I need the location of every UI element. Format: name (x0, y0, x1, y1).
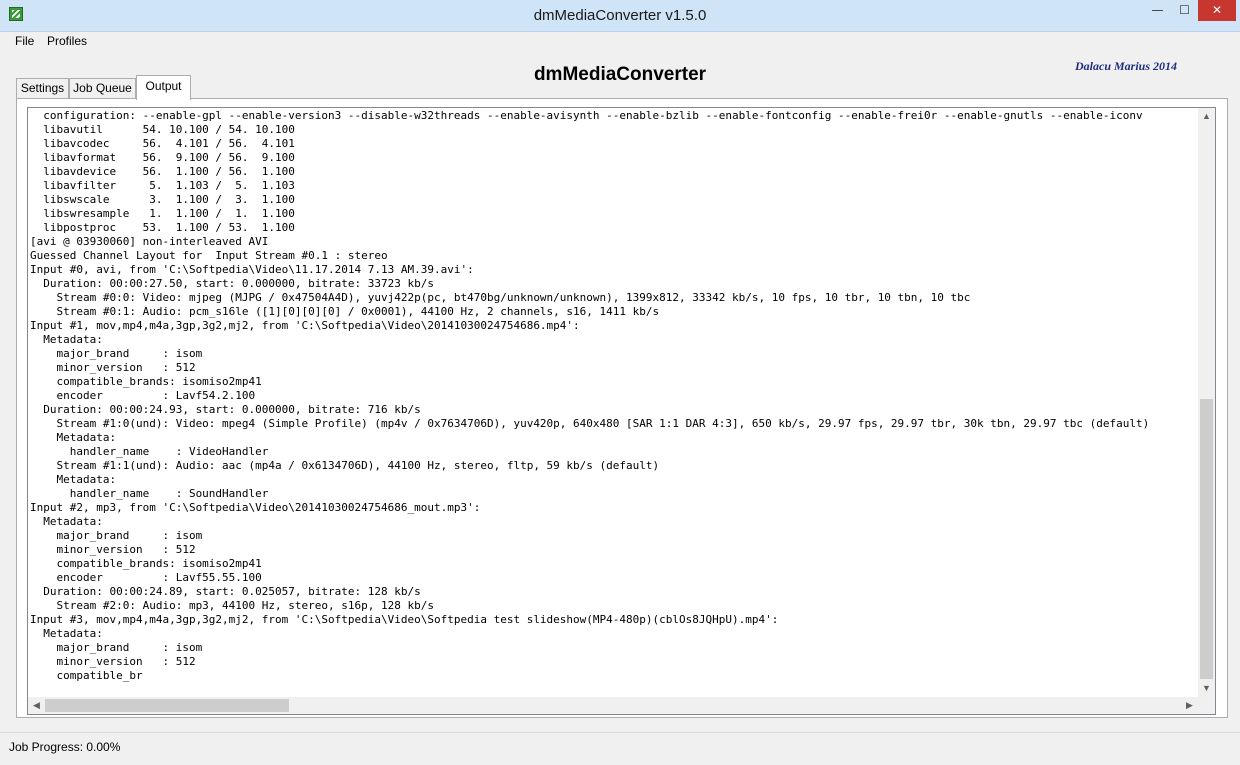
log-line: major_brand : isom (30, 641, 203, 654)
log-line: Input #2, mp3, from 'C:\Softpedia\Video\… (30, 501, 481, 514)
menu-file[interactable]: File (15, 34, 34, 48)
log-line: libswresample 1. 1.100 / 1. 1.100 (30, 207, 295, 220)
scroll-left-icon[interactable]: ◀ (28, 697, 45, 714)
scroll-up-icon[interactable]: ▲ (1198, 108, 1215, 125)
menu-bar: File Profiles (0, 32, 1240, 52)
horizontal-scrollbar[interactable]: ◀ ▶ (28, 697, 1198, 714)
log-line: [avi @ 03930060] non-interleaved AVI (30, 235, 269, 248)
log-line: libavcodec 56. 4.101 / 56. 4.101 (30, 137, 295, 150)
log-line: Metadata: (30, 515, 103, 528)
tab-job-queue[interactable]: Job Queue (69, 78, 136, 98)
log-line: encoder : Lavf54.2.100 (30, 389, 256, 402)
log-line: Stream #1:0(und): Video: mpeg4 (Simple P… (30, 417, 1150, 430)
output-log-area[interactable]: configuration: --enable-gpl --enable-ver… (27, 107, 1216, 715)
log-line: Input #3, mov,mp4,m4a,3gp,3g2,mj2, from … (30, 613, 779, 626)
log-line: compatible_brands: isomiso2mp41 (30, 375, 262, 388)
log-line: Stream #1:1(und): Audio: aac (mp4a / 0x6… (30, 459, 660, 472)
log-line: major_brand : isom (30, 529, 203, 542)
log-line: Metadata: (30, 473, 117, 486)
log-line: libavutil 54. 10.100 / 54. 10.100 (30, 123, 295, 136)
log-line: libpostproc 53. 1.100 / 53. 1.100 (30, 221, 295, 234)
output-tab-panel: configuration: --enable-gpl --enable-ver… (16, 98, 1228, 718)
log-line: libavdevice 56. 1.100 / 56. 1.100 (30, 165, 295, 178)
log-line: handler_name : VideoHandler (30, 445, 269, 458)
log-line: minor_version : 512 (30, 543, 196, 556)
log-line: Stream #2:0: Audio: mp3, 44100 Hz, stere… (30, 599, 434, 612)
close-button[interactable]: ✕ (1198, 0, 1236, 21)
vertical-scroll-thumb[interactable] (1200, 399, 1213, 679)
log-line: Duration: 00:00:24.89, start: 0.025057, … (30, 585, 421, 598)
menu-profiles[interactable]: Profiles (47, 34, 87, 48)
log-line: compatible_br (30, 669, 143, 682)
log-line: libavfilter 5. 1.103 / 5. 1.103 (30, 179, 295, 192)
log-line: Metadata: (30, 627, 103, 640)
tab-output[interactable]: Output (136, 75, 191, 100)
log-line: minor_version : 512 (30, 655, 196, 668)
log-line: Metadata: (30, 333, 103, 346)
log-line: Stream #0:1: Audio: pcm_s16le ([1][0][0]… (30, 305, 660, 318)
author-credit: Dalacu Marius 2014 (1075, 59, 1178, 73)
scroll-right-icon[interactable]: ▶ (1181, 697, 1198, 714)
log-line: libswscale 3. 1.100 / 3. 1.100 (30, 193, 295, 206)
output-log-text[interactable]: configuration: --enable-gpl --enable-ver… (30, 109, 1197, 691)
log-line: minor_version : 512 (30, 361, 196, 374)
scrollbar-corner (1198, 697, 1215, 714)
minimize-button[interactable]: — (1144, 0, 1171, 21)
log-line: Input #1, mov,mp4,m4a,3gp,3g2,mj2, from … (30, 319, 580, 332)
log-line: libavformat 56. 9.100 / 56. 9.100 (30, 151, 295, 164)
log-line: Guessed Channel Layout for Input Stream … (30, 249, 388, 262)
log-line: handler_name : SoundHandler (30, 487, 269, 500)
log-line: Stream #0:0: Video: mjpeg (MJPG / 0x4750… (30, 291, 971, 304)
log-line: encoder : Lavf55.55.100 (30, 571, 262, 584)
log-line: Metadata: (30, 431, 117, 444)
title-bar: dmMediaConverter v1.5.0 — ☐ ✕ (0, 0, 1240, 32)
window-title: dmMediaConverter v1.5.0 (533, 7, 707, 24)
vertical-scrollbar[interactable]: ▲ ▼ (1198, 108, 1215, 697)
log-line: Input #0, avi, from 'C:\Softpedia\Video\… (30, 263, 474, 276)
tab-settings[interactable]: Settings (16, 78, 69, 98)
log-line: Duration: 00:00:24.93, start: 0.000000, … (30, 403, 421, 416)
log-line: configuration: --enable-gpl --enable-ver… (30, 109, 1143, 122)
log-line: Duration: 00:00:27.50, start: 0.000000, … (30, 277, 434, 290)
status-bar: Job Progress: 0.00% (0, 732, 1240, 765)
log-line: major_brand : isom (30, 347, 203, 360)
horizontal-scroll-thumb[interactable] (45, 699, 289, 712)
job-progress-label: Job Progress: 0.00% (9, 740, 121, 754)
scroll-down-icon[interactable]: ▼ (1198, 680, 1215, 697)
maximize-button[interactable]: ☐ (1171, 0, 1198, 21)
log-line: compatible_brands: isomiso2mp41 (30, 557, 262, 570)
